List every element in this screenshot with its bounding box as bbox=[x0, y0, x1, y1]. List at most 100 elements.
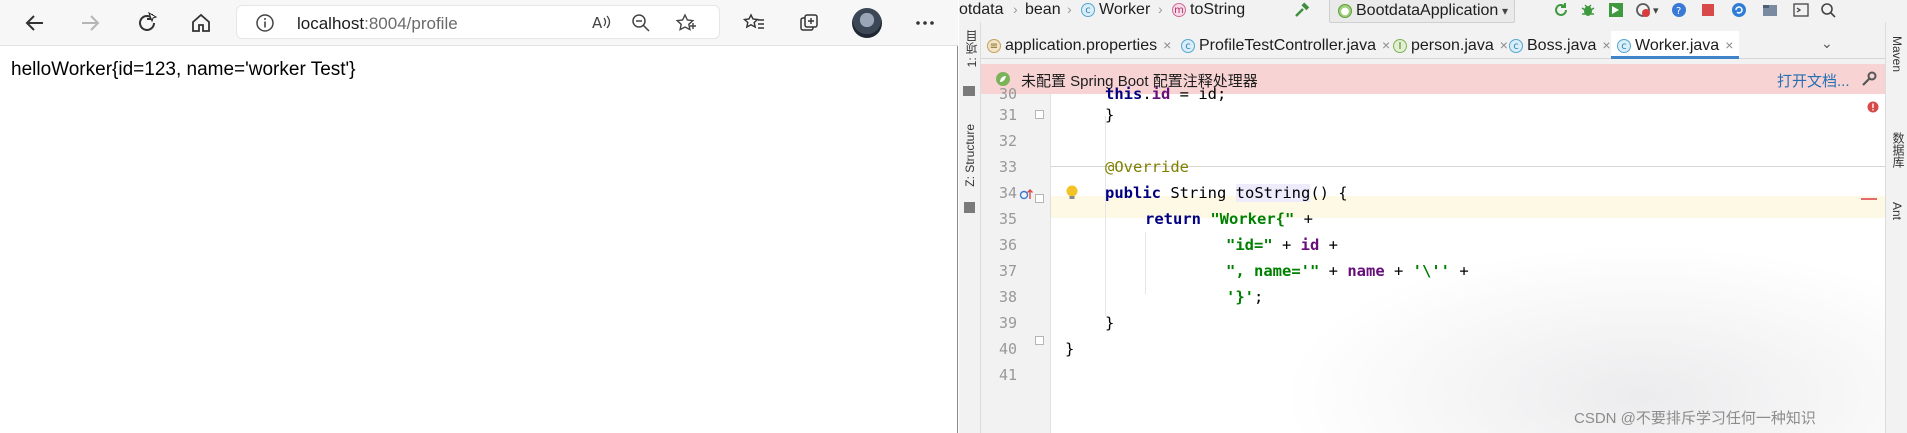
line-number: 36 bbox=[998, 236, 1017, 254]
rerun-icon[interactable] bbox=[1553, 2, 1569, 18]
code-text: + bbox=[1294, 210, 1314, 228]
search-everywhere-icon[interactable] bbox=[1820, 2, 1836, 18]
project-tool-tab[interactable]: 1: 项目 bbox=[963, 30, 980, 67]
forward-icon[interactable] bbox=[74, 7, 106, 39]
fold-marker-icon[interactable] bbox=[1035, 110, 1044, 119]
close-icon[interactable]: × bbox=[1500, 37, 1508, 53]
interface-icon: I bbox=[1393, 39, 1407, 53]
tab-profile-test-controller[interactable]: c ProfileTestController.java × bbox=[1181, 31, 1390, 59]
spring-boot-icon: ● bbox=[1338, 4, 1352, 18]
ant-tool-tab[interactable]: Ant bbox=[1890, 202, 1904, 220]
browser-window: localhost:8004/profile A helloWorker{id=… bbox=[0, 0, 958, 433]
breadcrumb-method[interactable]: m toString bbox=[1172, 0, 1245, 20]
close-icon[interactable]: × bbox=[1382, 37, 1390, 53]
tab-application-properties[interactable]: ≡ application.properties × bbox=[987, 31, 1171, 59]
code-text: + bbox=[1319, 262, 1348, 280]
project-structure-icon[interactable] bbox=[1762, 2, 1778, 18]
read-aloud-icon[interactable]: A bbox=[591, 13, 613, 38]
fold-marker-icon[interactable] bbox=[1035, 194, 1044, 203]
chevron-down-icon: ▾ bbox=[1501, 4, 1508, 18]
line-number: 35 bbox=[998, 210, 1017, 228]
page-body-text: helloWorker{id=123, name='worker Test'} bbox=[11, 59, 356, 80]
code-line-39: } bbox=[1105, 314, 1115, 332]
tab-worker[interactable]: c Worker.java × bbox=[1611, 31, 1740, 59]
fold-marker-icon[interactable] bbox=[1035, 336, 1044, 345]
structure-tool-tab[interactable]: Z: Structure bbox=[963, 124, 977, 187]
back-icon[interactable] bbox=[19, 7, 51, 39]
code-text: ; bbox=[1254, 288, 1264, 306]
chevron-down-icon[interactable]: ▾ bbox=[1653, 4, 1669, 20]
class-icon: c bbox=[1509, 39, 1523, 53]
zoom-out-icon[interactable] bbox=[631, 13, 651, 38]
code-line-37: ", name='" + name + '\'' + bbox=[1226, 262, 1469, 280]
close-icon[interactable]: × bbox=[1163, 37, 1171, 53]
code-editor[interactable]: 30 31 32 33 34 35 36 37 38 39 40 41 this… bbox=[981, 85, 1885, 433]
more-menu-icon[interactable] bbox=[909, 7, 941, 39]
code-line-35: return "Worker{" + bbox=[1145, 210, 1313, 228]
collections-icon[interactable] bbox=[793, 7, 825, 39]
breadcrumb-bean[interactable]: bean bbox=[1025, 0, 1061, 20]
field-ref: id bbox=[1151, 85, 1171, 103]
browser-toolbar: localhost:8004/profile A bbox=[0, 0, 958, 46]
profile-avatar[interactable] bbox=[852, 8, 882, 38]
tab-label: Worker.java bbox=[1635, 37, 1720, 54]
string-literal: '}' bbox=[1226, 288, 1254, 306]
build-hammer-icon[interactable] bbox=[1294, 2, 1310, 18]
code-text: = id; bbox=[1170, 85, 1227, 103]
profiler-icon[interactable] bbox=[1635, 2, 1651, 18]
override-gutter-icon[interactable] bbox=[1019, 187, 1033, 206]
keyword: public bbox=[1105, 184, 1161, 202]
code-line-36: "id=" + id + bbox=[1226, 236, 1338, 254]
code-text: + bbox=[1384, 262, 1413, 280]
home-icon[interactable] bbox=[185, 7, 217, 39]
lightbulb-icon[interactable] bbox=[1065, 184, 1079, 207]
tab-list-chevron-icon[interactable]: ⌄ bbox=[1821, 35, 1833, 52]
indent-guide bbox=[1105, 116, 1106, 316]
close-icon[interactable]: × bbox=[1725, 37, 1733, 53]
terminal-layout-icon[interactable] bbox=[1793, 2, 1809, 18]
line-number: 41 bbox=[998, 366, 1017, 384]
line-number: 39 bbox=[998, 314, 1017, 332]
site-info-icon[interactable] bbox=[255, 13, 275, 38]
coverage-icon[interactable] bbox=[1608, 2, 1624, 18]
breadcrumb-class[interactable]: c Worker bbox=[1081, 0, 1150, 20]
tab-person[interactable]: Iperson.java × bbox=[1393, 31, 1508, 59]
favorites-icon[interactable] bbox=[738, 7, 770, 39]
run-configuration-select[interactable]: ● BootdataApplication ▾ bbox=[1329, 0, 1515, 23]
run-configuration-label: BootdataApplication bbox=[1356, 2, 1499, 19]
update-icon[interactable] bbox=[1731, 2, 1747, 18]
line-number: 38 bbox=[998, 288, 1017, 306]
chevron-right-icon: › bbox=[1013, 1, 1018, 17]
code-line-40: } bbox=[1065, 340, 1075, 358]
wrench-icon[interactable] bbox=[1861, 71, 1877, 91]
code-text: String bbox=[1161, 184, 1236, 202]
field-ref: name bbox=[1347, 262, 1385, 280]
class-icon: c bbox=[1617, 39, 1631, 53]
line-number: 31 bbox=[998, 106, 1017, 124]
database-tool-tab[interactable]: 数据库 bbox=[1890, 132, 1907, 168]
chevron-right-icon: › bbox=[1158, 1, 1163, 17]
stop-icon[interactable] bbox=[1700, 2, 1716, 18]
tab-boss[interactable]: c Boss.java × bbox=[1509, 31, 1611, 59]
maven-tool-tab[interactable]: Maven bbox=[1890, 36, 1904, 72]
properties-file-icon: ≡ bbox=[987, 39, 1001, 53]
close-icon[interactable]: × bbox=[1602, 37, 1610, 53]
line-number-gutter: 30 31 32 33 34 35 36 37 38 39 40 41 bbox=[981, 85, 1051, 433]
address-bar[interactable]: localhost:8004/profile A bbox=[236, 5, 720, 39]
line-number: 34 bbox=[998, 184, 1017, 202]
string-literal: "Worker{" bbox=[1210, 210, 1295, 228]
method-name: toString bbox=[1235, 184, 1311, 202]
code-line-30: this.id = id; bbox=[1105, 85, 1226, 103]
open-docs-link[interactable]: 打开文档... bbox=[1777, 70, 1850, 91]
string-literal: "id=" bbox=[1226, 236, 1273, 254]
help-icon[interactable]: ? bbox=[1671, 2, 1687, 18]
refresh-icon[interactable] bbox=[131, 7, 163, 39]
url-host: localhost bbox=[297, 14, 365, 33]
url-text[interactable]: localhost:8004/profile bbox=[297, 14, 458, 34]
error-indicator-icon[interactable] bbox=[1867, 100, 1879, 118]
breadcrumb-package[interactable]: otdata bbox=[959, 0, 1003, 20]
debug-icon[interactable] bbox=[1580, 2, 1596, 18]
url-path: :8004/profile bbox=[364, 14, 458, 33]
error-stripe-marker[interactable] bbox=[1861, 198, 1877, 200]
add-favorite-icon[interactable] bbox=[675, 13, 697, 38]
